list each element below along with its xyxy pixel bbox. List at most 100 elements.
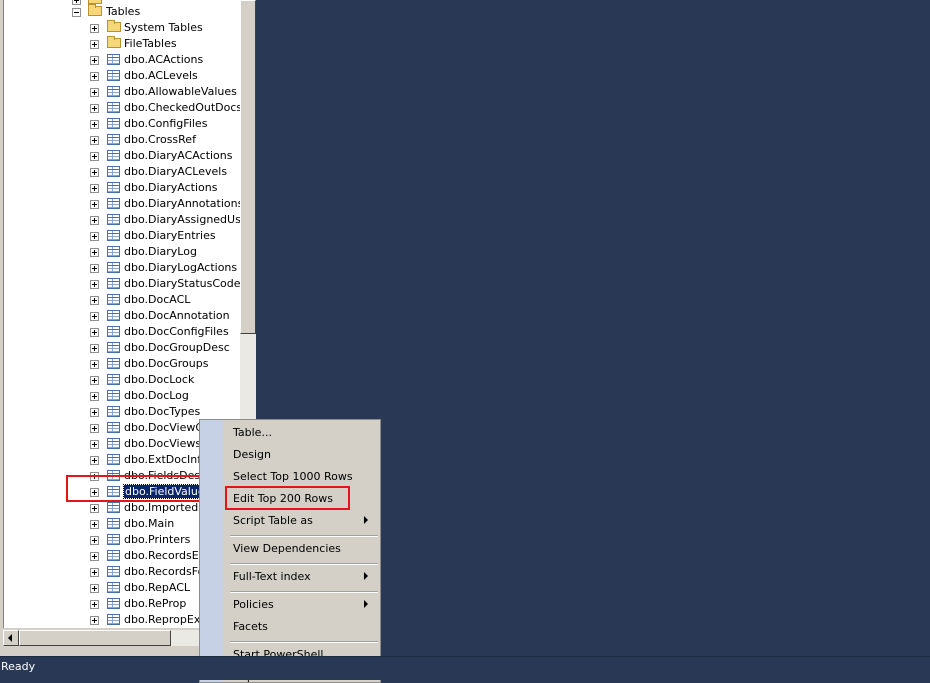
folder-icon [88,4,102,16]
table-icon [107,134,120,145]
tree-node-label: dbo.DiaryStatusCodes [124,277,240,290]
menu-item[interactable]: Table... [224,422,378,442]
highlight-box-menu [225,486,350,510]
tree-node-label: dbo.DocGroupDesc [124,341,230,354]
expand-icon[interactable] [90,520,99,529]
expand-icon[interactable] [90,408,99,417]
expand-icon[interactable] [90,104,99,113]
expand-icon[interactable] [90,120,99,129]
horizontal-scroll-thumb[interactable] [19,630,171,646]
tree-node-label: dbo.ExtDocInfo [124,453,208,466]
expand-icon[interactable] [90,504,99,513]
tree-node-table[interactable]: dbo.ACLevels [4,68,240,84]
expand-icon[interactable] [90,152,99,161]
table-icon [107,86,120,97]
expand-icon[interactable] [90,328,99,337]
menu-item[interactable]: Facets [224,616,378,636]
expand-icon[interactable] [90,376,99,385]
tree-node-table[interactable]: dbo.DocLog [4,388,240,404]
tree-node-table[interactable]: dbo.DiaryStatusCodes [4,276,240,292]
tree-node-tables[interactable]: Tables [4,4,240,20]
expand-icon[interactable] [90,200,99,209]
table-icon [107,54,120,65]
expand-icon[interactable] [90,424,99,433]
table-icon [107,406,120,417]
tree-node-table[interactable]: dbo.DiaryAssignedUsers [4,212,240,228]
status-bar: Ready [0,656,930,680]
table-icon [107,598,120,609]
menu-item-label: View Dependencies [233,542,341,555]
tree-node-table[interactable]: dbo.DocLock [4,372,240,388]
scroll-left-arrow-icon[interactable] [3,630,19,646]
expand-icon[interactable] [90,312,99,321]
tree-node-table[interactable]: dbo.DiaryEntries [4,228,240,244]
tree-node-table[interactable]: dbo.DocGroups [4,356,240,372]
menu-item[interactable]: View Dependencies [224,538,378,558]
vertical-scroll-thumb[interactable] [240,0,256,334]
tree-node-table[interactable]: dbo.CrossRef [4,132,240,148]
tree-node-table[interactable]: dbo.DocACL [4,292,240,308]
tree-node-table[interactable]: dbo.DocGroupDesc [4,340,240,356]
expand-icon[interactable] [90,24,99,33]
expand-icon[interactable] [90,360,99,369]
expand-icon[interactable] [90,216,99,225]
expand-icon[interactable] [90,616,99,625]
tree-node-label: dbo.DiaryACLevels [124,165,228,178]
collapse-icon[interactable] [72,8,81,17]
expand-icon[interactable] [90,600,99,609]
menu-item-label: Select Top 1000 Rows [233,470,353,483]
tree-node-table[interactable]: dbo.DiaryActions [4,180,240,196]
table-icon [107,102,120,113]
menu-item[interactable]: Script Table as [224,510,378,530]
expand-icon[interactable] [90,296,99,305]
expand-icon[interactable] [90,88,99,97]
expand-icon[interactable] [90,568,99,577]
tree-node-table[interactable]: dbo.DiaryAnnotations [4,196,240,212]
tree-node-label: Tables [106,5,141,18]
expand-icon[interactable] [90,536,99,545]
expand-icon[interactable] [90,552,99,561]
expand-icon[interactable] [90,248,99,257]
expand-icon[interactable] [90,280,99,289]
tree-node-label: dbo.DocACL [124,293,191,306]
expand-icon[interactable] [90,392,99,401]
table-icon [107,278,120,289]
expand-icon[interactable] [90,136,99,145]
menu-item[interactable]: Design [224,444,378,464]
tree-node-table[interactable]: dbo.CheckedOutDocs [4,100,240,116]
submenu-arrow-icon [364,572,368,580]
expand-icon[interactable] [90,344,99,353]
tree-node-folder[interactable]: System Tables [4,20,240,36]
expand-icon[interactable] [90,264,99,273]
tree-node-table[interactable]: dbo.ACActions [4,52,240,68]
tree-node-table[interactable]: dbo.DiaryACActions [4,148,240,164]
menu-item[interactable]: Select Top 1000 Rows [224,466,378,486]
expand-icon[interactable] [90,456,99,465]
expand-icon[interactable] [90,184,99,193]
expand-icon[interactable] [90,72,99,81]
expand-icon[interactable] [90,40,99,49]
table-icon [107,70,120,81]
expand-icon[interactable] [90,584,99,593]
tree-node-table[interactable]: dbo.ConfigFiles [4,116,240,132]
tree-node-label: dbo.DiaryAssignedUsers [124,213,240,226]
tree-node-label: dbo.DiaryLog [124,245,197,258]
tree-node-table[interactable]: dbo.DocAnnotation [4,308,240,324]
menu-separator [230,591,378,593]
menu-separator [230,563,378,565]
table-icon [107,214,120,225]
expand-icon[interactable] [90,232,99,241]
expand-icon[interactable] [90,168,99,177]
expand-icon[interactable] [90,440,99,449]
menu-item[interactable]: Full-Text index [224,566,378,586]
tree-node-label: dbo.Main [124,517,175,530]
expand-icon[interactable] [90,56,99,65]
tree-node-folder[interactable]: FileTables [4,36,240,52]
menu-item[interactable]: Policies [224,594,378,614]
tree-node-table[interactable]: dbo.AllowableValues [4,84,240,100]
tree-node-table[interactable]: dbo.DiaryACLevels [4,164,240,180]
tree-node-table[interactable]: dbo.DocTypes [4,404,240,420]
tree-node-table[interactable]: dbo.DocConfigFiles [4,324,240,340]
tree-node-table[interactable]: dbo.DiaryLogActions [4,260,240,276]
tree-node-table[interactable]: dbo.DiaryLog [4,244,240,260]
